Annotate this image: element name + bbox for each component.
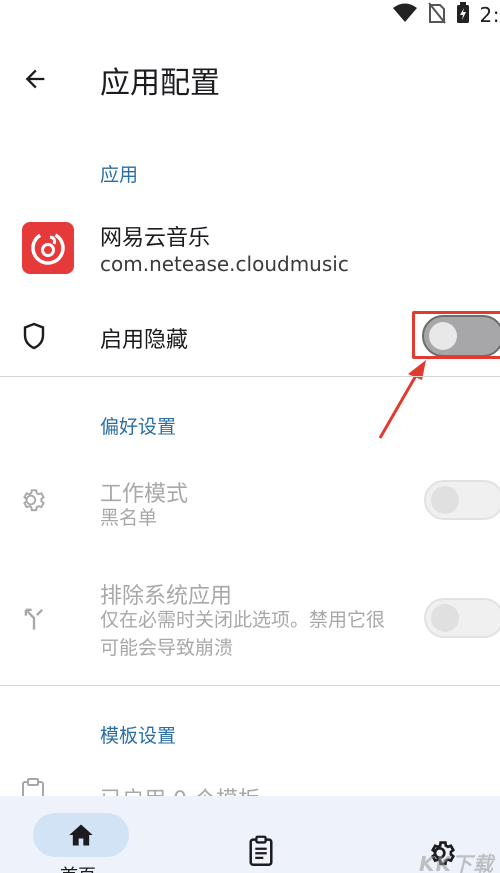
page-title: 应用配置 (100, 66, 220, 101)
divider (0, 685, 500, 686)
section-header-preferences: 偏好设置 (100, 416, 177, 438)
shield-icon (18, 320, 50, 352)
home-icon (69, 824, 93, 846)
enable-hide-title: 启用隐藏 (100, 328, 189, 353)
nav-templates-button[interactable] (244, 834, 278, 868)
battery-charging-icon (456, 2, 470, 28)
no-sim-icon (427, 2, 446, 28)
app-package-name: com.netease.cloudmusic (100, 252, 349, 276)
work-mode-switch[interactable] (424, 480, 500, 520)
exclude-system-apps-subtitle: 仅在必需时关闭此选项。禁用它很可能会导致崩溃 (100, 609, 386, 659)
netease-music-icon (22, 222, 74, 274)
switch-knob (431, 604, 459, 632)
status-bar: 2: (0, 0, 500, 30)
nav-home-label: 首页 (60, 862, 96, 873)
clipboard-icon (249, 835, 273, 866)
section-header-templates: 模板设置 (100, 725, 177, 747)
section-header-app: 应用 (100, 164, 139, 186)
exclude-system-apps-row[interactable]: 排除系统应用 仅在必需时关闭此选项。禁用它很可能会导致崩溃 (0, 572, 500, 668)
clipboard-icon (20, 778, 46, 796)
highlight-annotation-box (412, 311, 500, 359)
status-icons: 2: (392, 2, 500, 28)
app-name: 网易云音乐 (100, 226, 211, 251)
top-app-bar: 应用配置 (0, 44, 500, 114)
divider (0, 376, 500, 377)
status-time: 2: (479, 3, 500, 27)
watermark: KK下载 (419, 852, 494, 873)
nav-home-button[interactable] (33, 813, 129, 857)
gear-icon (18, 484, 50, 516)
arrow-back-icon (25, 69, 45, 89)
work-mode-subtitle: 黑名单 (100, 507, 158, 529)
annotation-arrow (378, 360, 426, 439)
exclude-system-apps-switch[interactable] (424, 598, 500, 638)
app-info-row: 网易云音乐 com.netease.cloudmusic (0, 212, 500, 282)
work-mode-row[interactable]: 工作模式 黑名单 (0, 468, 500, 534)
wifi-icon (392, 3, 418, 27)
merge-icon (18, 602, 50, 634)
switch-knob (431, 486, 459, 514)
back-button[interactable] (14, 58, 56, 100)
templates-row[interactable]: 已启用 0 个模板 (0, 776, 500, 796)
templates-enabled-title: 已启用 0 个模板 (100, 782, 260, 796)
